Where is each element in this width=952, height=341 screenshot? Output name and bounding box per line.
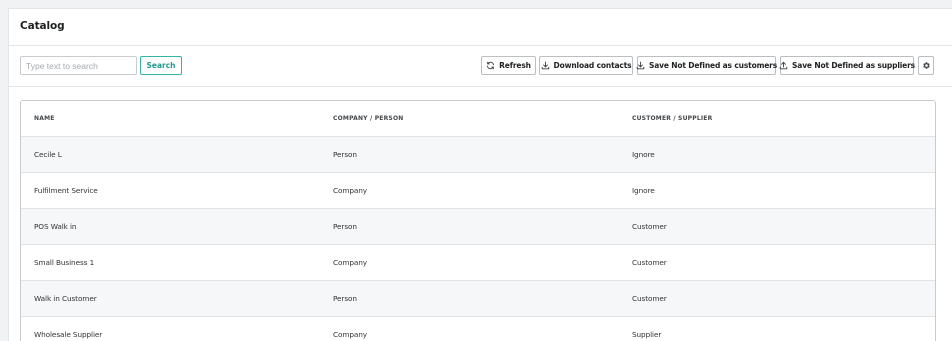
save-as-customers-label: Save Not Defined as customers bbox=[648, 61, 778, 70]
contacts-table-container: NAME COMPANY / PERSON CUSTOMER / SUPPLIE… bbox=[20, 100, 936, 341]
table-row[interactable]: Small Business 1 Company Customer bbox=[21, 244, 935, 281]
search-button[interactable]: Search bbox=[140, 56, 182, 75]
refresh-icon bbox=[487, 61, 495, 70]
cell-customer-supplier: Ignore bbox=[619, 172, 935, 209]
column-header-customer-supplier: CUSTOMER / SUPPLIER bbox=[619, 101, 935, 137]
gear-icon bbox=[922, 62, 930, 69]
search-input[interactable] bbox=[20, 56, 137, 75]
cell-customer-supplier: Ignore bbox=[619, 136, 935, 173]
refresh-label: Refresh bbox=[499, 61, 531, 70]
cell-company-person: Person bbox=[320, 208, 619, 245]
download-contacts-button[interactable]: Download contacts bbox=[539, 56, 633, 75]
download-icon bbox=[541, 61, 549, 70]
contacts-table: NAME COMPANY / PERSON CUSTOMER / SUPPLIE… bbox=[21, 101, 935, 341]
upload-icon bbox=[779, 61, 788, 70]
table-row[interactable]: Walk in Customer Person Customer bbox=[21, 280, 935, 317]
cell-name: POS Walk in bbox=[21, 208, 320, 245]
column-header-company-person: COMPANY / PERSON bbox=[320, 101, 619, 137]
cell-name: Wholesale Supplier bbox=[21, 316, 320, 341]
table-header-row: NAME COMPANY / PERSON CUSTOMER / SUPPLIE… bbox=[21, 101, 935, 137]
save-as-suppliers-button[interactable]: Save Not Defined as suppliers bbox=[779, 56, 915, 75]
cell-company-person: Company bbox=[320, 244, 619, 281]
settings-button[interactable] bbox=[918, 56, 934, 75]
cell-customer-supplier: Customer bbox=[619, 208, 935, 245]
cell-customer-supplier: Supplier bbox=[619, 316, 935, 341]
card-header: Catalog bbox=[9, 9, 952, 46]
save-as-suppliers-label: Save Not Defined as suppliers bbox=[792, 61, 915, 70]
cell-company-person: Person bbox=[320, 136, 619, 173]
catalog-card: Catalog Search Refresh Download contacts bbox=[8, 8, 952, 341]
table-row[interactable]: Wholesale Supplier Company Supplier bbox=[21, 316, 935, 341]
table-row[interactable]: POS Walk in Person Customer bbox=[21, 208, 935, 245]
cell-customer-supplier: Customer bbox=[619, 280, 935, 317]
download-contacts-label: Download contacts bbox=[553, 61, 632, 70]
table-row[interactable]: Cecile L Person Ignore bbox=[21, 136, 935, 173]
cell-name: Fulfilment Service bbox=[21, 172, 320, 209]
cell-name: Small Business 1 bbox=[21, 244, 320, 281]
cell-company-person: Company bbox=[320, 172, 619, 209]
column-header-name: NAME bbox=[21, 101, 320, 137]
save-as-customers-button[interactable]: Save Not Defined as customers bbox=[636, 56, 778, 75]
refresh-button[interactable]: Refresh bbox=[481, 56, 536, 75]
cell-company-person: Person bbox=[320, 280, 619, 317]
table-row[interactable]: Fulfilment Service Company Ignore bbox=[21, 172, 935, 209]
cell-name: Cecile L bbox=[21, 136, 320, 173]
cell-name: Walk in Customer bbox=[21, 280, 320, 317]
page-title: Catalog bbox=[20, 20, 65, 32]
cell-customer-supplier: Customer bbox=[619, 244, 935, 281]
cell-company-person: Company bbox=[320, 316, 619, 341]
toolbar: Search Refresh Download contacts bbox=[9, 47, 952, 87]
download-icon bbox=[636, 61, 645, 70]
